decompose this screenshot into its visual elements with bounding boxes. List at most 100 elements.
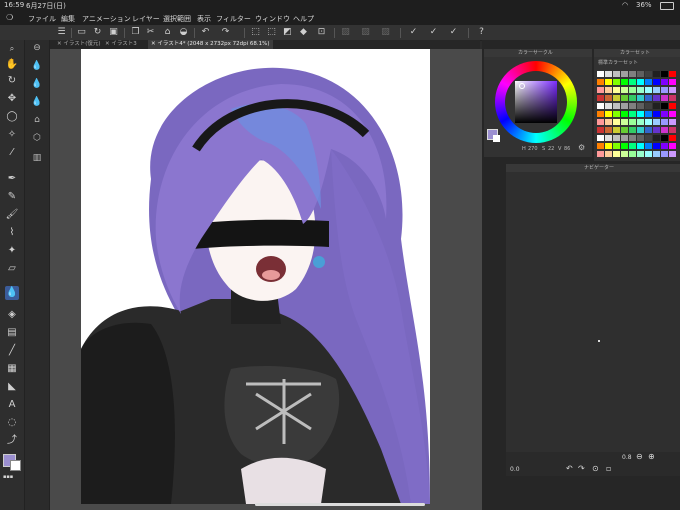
color-swatch[interactable]	[669, 95, 676, 101]
color-swatch[interactable]	[661, 143, 668, 149]
color-swatch[interactable]	[597, 103, 604, 109]
color-swatch[interactable]	[653, 119, 660, 125]
color-swatch[interactable]	[669, 79, 676, 85]
sync-icon[interactable]: ↻	[92, 27, 103, 38]
pencil-icon[interactable]: ✎	[5, 190, 19, 204]
frame-icon[interactable]: ▦	[5, 362, 19, 376]
color-set-name[interactable]: 標準カラーセット	[598, 59, 638, 66]
menu-edit[interactable]: 編集	[61, 14, 75, 24]
settings-icon[interactable]: ⚙	[578, 143, 585, 152]
transform-icon[interactable]: ⊡	[316, 27, 327, 38]
navigator-panel-header[interactable]: ナビゲーター	[506, 164, 680, 172]
color-swatch[interactable]	[669, 103, 676, 109]
color-swatch[interactable]	[653, 127, 660, 133]
rotate-left-icon[interactable]: ↶	[566, 464, 573, 473]
lasso-icon[interactable]: ◯	[5, 110, 19, 124]
reset-rotation-icon[interactable]: ⊙	[592, 464, 599, 473]
color-swatch[interactable]	[605, 103, 612, 109]
export-icon[interactable]: ▣	[108, 27, 119, 38]
color-swatch[interactable]	[653, 79, 660, 85]
color-swatch[interactable]	[597, 111, 604, 117]
color-swatch[interactable]	[661, 119, 668, 125]
color-swatch[interactable]	[621, 151, 628, 157]
tab-document-3[interactable]: ✕ イラスト4* (2048 x 2732px 72dpi 68.1%)	[148, 40, 273, 49]
color-swatch[interactable]	[605, 151, 612, 157]
redo-icon[interactable]: ↷	[220, 27, 231, 38]
color-swatch[interactable]	[661, 127, 668, 133]
tab-document-1[interactable]: ✕ イラスト(復元)	[54, 40, 104, 49]
color-swatch[interactable]	[613, 119, 620, 125]
color-swatch[interactable]	[613, 127, 620, 133]
color-swatch[interactable]	[613, 95, 620, 101]
eraser-icon[interactable]: ▱	[5, 262, 19, 276]
moist-blend-subtool-icon[interactable]: ▥	[31, 152, 43, 164]
move-icon[interactable]: ✥	[5, 92, 19, 106]
color-swatch[interactable]	[645, 127, 652, 133]
color-swatch[interactable]	[613, 135, 620, 141]
color-set-panel-header[interactable]: カラーセット	[594, 49, 680, 57]
app-logo-icon[interactable]: ❍	[6, 13, 13, 22]
color-swatch[interactable]	[661, 111, 668, 117]
color-swatch[interactable]	[621, 71, 628, 77]
paste-icon[interactable]: ⌂	[162, 27, 173, 38]
color-swatch[interactable]	[637, 71, 644, 77]
menu-filter[interactable]: フィルター	[216, 14, 251, 24]
color-swatch[interactable]	[661, 71, 668, 77]
texture-blend-subtool-icon[interactable]: ⬡	[31, 132, 43, 144]
flip-icon[interactable]: ▫	[606, 464, 611, 473]
color-swatch[interactable]	[597, 151, 604, 157]
cut-icon[interactable]: ✂	[145, 27, 156, 38]
hand-icon[interactable]: ✋	[5, 58, 19, 72]
color-swatch[interactable]	[621, 95, 628, 101]
blur-subtool-icon[interactable]: 💧	[31, 60, 43, 72]
color-swatch[interactable]	[645, 135, 652, 141]
color-swatch[interactable]	[605, 127, 612, 133]
color-swatch[interactable]	[597, 79, 604, 85]
fill-icon[interactable]: ◈	[5, 308, 19, 322]
menu-list-icon[interactable]: ☰	[56, 27, 67, 38]
sub-color-swatch[interactable]	[10, 460, 21, 471]
color-swatch[interactable]	[645, 79, 652, 85]
color-swatch[interactable]	[653, 95, 660, 101]
grid-snap-icon[interactable]: ✓	[448, 27, 459, 38]
color-swatch[interactable]	[645, 103, 652, 109]
color-swatch[interactable]	[605, 143, 612, 149]
airbrush-icon[interactable]: ⌇	[5, 226, 19, 240]
balloon-icon[interactable]: ◌	[5, 416, 19, 430]
menu-file[interactable]: ファイル	[28, 14, 56, 24]
color-swatch[interactable]	[605, 87, 612, 93]
color-swatch[interactable]	[645, 151, 652, 157]
color-swatch[interactable]	[637, 143, 644, 149]
color-swatch[interactable]	[597, 143, 604, 149]
invert-selection-icon[interactable]: ◩	[282, 27, 293, 38]
color-swatch[interactable]	[621, 111, 628, 117]
color-swatch[interactable]	[621, 135, 628, 141]
rotate-right-icon[interactable]: ↷	[578, 464, 585, 473]
color-swatch[interactable]	[621, 87, 628, 93]
color-swatch[interactable]	[645, 71, 652, 77]
color-circle-panel-header[interactable]: カラーサークル	[484, 49, 592, 57]
menu-layer[interactable]: レイヤー	[132, 14, 160, 24]
color-swatch[interactable]	[669, 87, 676, 93]
menu-window[interactable]: ウィンドウ	[255, 14, 290, 24]
pen-icon[interactable]: ✒	[5, 172, 19, 186]
brush-icon[interactable]: 🖌	[5, 208, 19, 222]
color-swatch[interactable]	[669, 127, 676, 133]
color-swatch[interactable]	[621, 127, 628, 133]
color-swatch[interactable]	[637, 79, 644, 85]
color-swatch[interactable]	[637, 111, 644, 117]
blend-subtool-icon[interactable]: 💧	[31, 78, 43, 90]
color-swatch[interactable]	[661, 135, 668, 141]
color-swatch[interactable]	[653, 103, 660, 109]
color-swatch[interactable]	[629, 119, 636, 125]
color-swatch[interactable]	[613, 87, 620, 93]
drawing-canvas[interactable]	[81, 49, 430, 504]
color-swatch[interactable]	[605, 95, 612, 101]
menu-view[interactable]: 表示	[197, 14, 211, 24]
color-swatch[interactable]	[613, 71, 620, 77]
color-swatch[interactable]	[629, 103, 636, 109]
decoration-icon[interactable]: ✦	[5, 244, 19, 258]
color-swatch[interactable]	[669, 71, 676, 77]
color-swatch[interactable]	[629, 95, 636, 101]
color-swatch[interactable]	[653, 135, 660, 141]
